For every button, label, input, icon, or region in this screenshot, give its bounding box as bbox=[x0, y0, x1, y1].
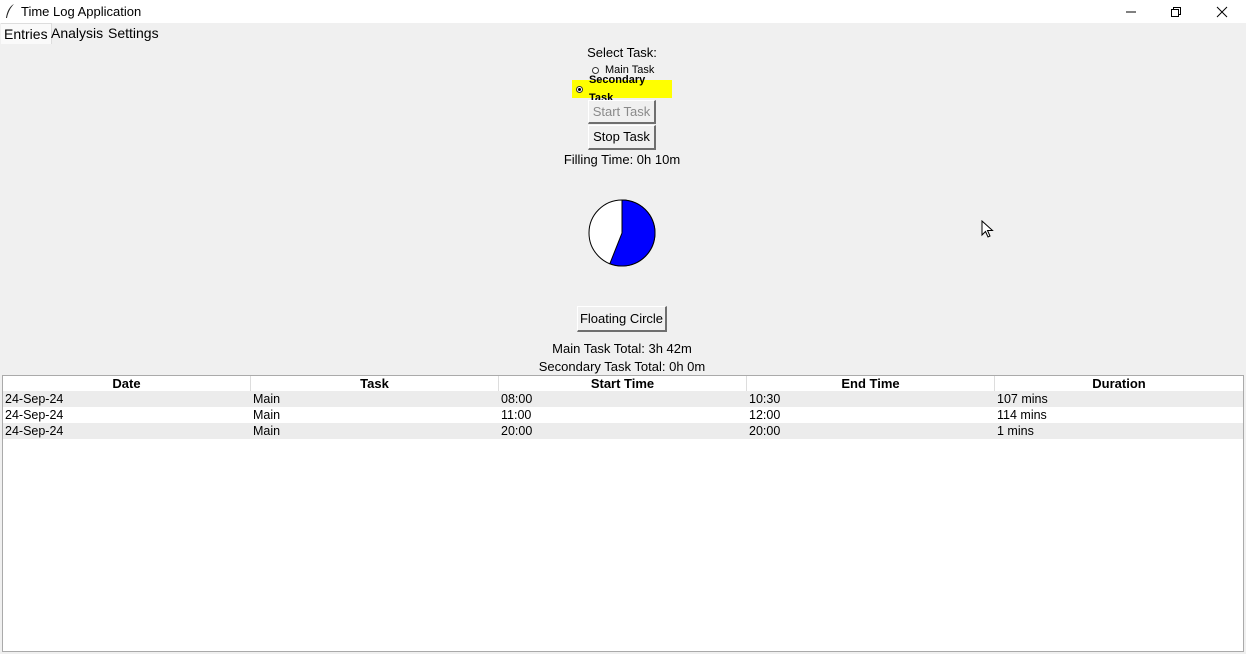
column-header-task[interactable]: Task bbox=[251, 376, 499, 391]
mouse-cursor-icon bbox=[981, 220, 994, 238]
select-task-label: Select Task: bbox=[587, 45, 657, 60]
cell-duration: 1 mins bbox=[997, 424, 1034, 438]
cell-task: Main bbox=[253, 424, 281, 438]
table-row[interactable]: 24-Sep-24 Main 08:00 10:30 107 mins bbox=[3, 391, 1243, 407]
cell-start-time: 20:00 bbox=[501, 424, 533, 438]
tab-settings[interactable]: Settings bbox=[105, 23, 162, 43]
column-header-start-time[interactable]: Start Time bbox=[499, 376, 747, 391]
cell-date: 24-Sep-24 bbox=[5, 408, 64, 422]
cell-end-time: 20:00 bbox=[749, 424, 781, 438]
restore-icon bbox=[1171, 6, 1181, 17]
minimize-icon bbox=[1126, 11, 1136, 12]
secondary-task-total: Secondary Task Total: 0h 0m bbox=[538, 359, 706, 374]
cell-start-time: 11:00 bbox=[501, 408, 532, 422]
column-header-end-time[interactable]: End Time bbox=[747, 376, 995, 391]
cell-duration: 114 mins bbox=[997, 408, 1047, 422]
cell-task: Main bbox=[253, 392, 281, 406]
stop-task-button[interactable]: Stop Task bbox=[588, 125, 656, 150]
start-task-button[interactable]: Start Task bbox=[588, 100, 656, 124]
window-title: Time Log Application bbox=[21, 4, 142, 19]
minimize-button[interactable] bbox=[1108, 0, 1154, 23]
close-icon bbox=[1216, 6, 1228, 17]
column-header-duration[interactable]: Duration bbox=[995, 376, 1243, 391]
tab-entries[interactable]: Entries bbox=[1, 23, 52, 44]
close-button[interactable] bbox=[1199, 0, 1245, 23]
title-bar: Time Log Application bbox=[0, 0, 1246, 23]
table-header: Date Task Start Time End Time Duration bbox=[3, 376, 1243, 391]
tab-bar: Entries Analysis Settings bbox=[0, 23, 1246, 44]
cell-end-time: 12:00 bbox=[749, 408, 781, 422]
radio-secondary-task[interactable]: Secondary Task bbox=[572, 74, 672, 104]
cell-start-time: 08:00 bbox=[501, 392, 533, 406]
time-log-table: Date Task Start Time End Time Duration 2… bbox=[2, 375, 1244, 652]
cell-task: Main bbox=[253, 408, 281, 422]
cell-duration: 107 mins bbox=[997, 392, 1048, 406]
progress-circle bbox=[588, 199, 656, 267]
floating-circle-button[interactable]: Floating Circle bbox=[577, 306, 667, 332]
cell-date: 24-Sep-24 bbox=[5, 424, 64, 438]
column-header-date[interactable]: Date bbox=[3, 376, 251, 391]
restore-button[interactable] bbox=[1153, 0, 1199, 23]
cell-end-time: 10:30 bbox=[749, 392, 781, 406]
cell-date: 24-Sep-24 bbox=[5, 392, 64, 406]
table-row[interactable]: 24-Sep-24 Main 11:00 12:00 114 mins bbox=[3, 407, 1243, 423]
feather-icon bbox=[6, 4, 14, 18]
table-row[interactable]: 24-Sep-24 Main 20:00 20:00 1 mins bbox=[3, 423, 1243, 439]
radio-indicator-selected bbox=[576, 85, 583, 93]
main-task-total: Main Task Total: 3h 42m bbox=[552, 341, 692, 356]
filling-time-label: Filling Time: 0h 10m bbox=[563, 152, 681, 167]
tab-analysis[interactable]: Analysis bbox=[48, 23, 106, 43]
